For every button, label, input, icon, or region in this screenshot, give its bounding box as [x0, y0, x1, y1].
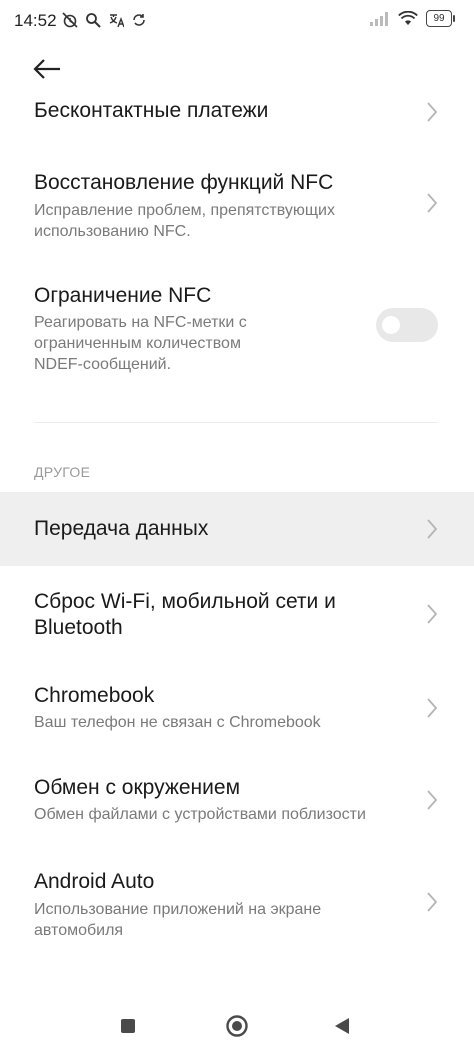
list-item-chromebook[interactable]: Chromebook Ваш телефон не связан с Chrom…	[0, 680, 474, 740]
list-item-data-transfer[interactable]: Передача данных	[0, 492, 474, 566]
navigation-bar	[0, 1000, 474, 1053]
list-item-network-reset[interactable]: Сброс Wi-Fi, мобильной сети и Bluetooth	[0, 584, 474, 648]
signal-icon	[370, 11, 388, 26]
recents-button[interactable]	[114, 1012, 142, 1040]
sync-icon	[133, 14, 145, 26]
list-item-title: Сброс Wi-Fi, мобильной сети и Bluetooth	[34, 590, 336, 639]
divider	[34, 422, 438, 423]
list-item-subtitle: Обмен файлами с устройствами поблизости	[34, 806, 366, 823]
chevron-right-icon	[427, 519, 438, 539]
list-item-contactless-payments[interactable]: Бесконтактные платежи	[0, 90, 474, 134]
list-item-title: Восстановление функций NFC	[34, 171, 334, 194]
battery-icon: 99	[426, 10, 455, 27]
list-item-subtitle: Реагировать на NFC-метки с ограниченным …	[34, 314, 247, 373]
list-item-title: Ограничение NFC	[34, 284, 212, 307]
status-bar: 14:52 99	[0, 0, 474, 44]
list-item-android-auto[interactable]: Android Auto Использование приложений на…	[0, 866, 474, 946]
list-item-nfc-recovery[interactable]: Восстановление функций NFC Исправление п…	[0, 164, 474, 242]
nfc-limit-toggle[interactable]	[376, 308, 438, 342]
chevron-right-icon	[427, 698, 438, 718]
list-item-subtitle: Исправление проблем, препятствующих испо…	[34, 202, 335, 240]
home-button[interactable]	[223, 1012, 251, 1040]
list-item-nearby-share[interactable]: Обмен с окружением Обмен файлами с устро…	[0, 772, 474, 832]
arrow-left-icon	[33, 59, 60, 79]
list-item-subtitle: Использование приложений на экране автом…	[34, 901, 322, 939]
wifi-icon	[398, 11, 418, 25]
chevron-right-icon	[427, 193, 438, 213]
status-left-icons	[62, 12, 147, 28]
chevron-right-icon	[427, 102, 438, 122]
list-item-title: Chromebook	[34, 684, 155, 707]
list-item-title: Android Auto	[34, 870, 155, 893]
chevron-right-icon	[427, 604, 438, 624]
home-icon	[226, 1015, 248, 1037]
status-right-icons: 99	[370, 10, 455, 27]
list-item-title: Передача данных	[34, 517, 209, 540]
back-icon	[335, 1018, 349, 1034]
list-item-title: Бесконтактные платежи	[34, 99, 269, 122]
translate-icon	[109, 14, 124, 28]
recents-icon	[121, 1019, 135, 1033]
section-header: ДРУГОЕ	[34, 464, 91, 480]
list-item-subtitle: Ваш телефон не связан с Chromebook	[34, 714, 321, 731]
muted-alarm-icon	[62, 12, 78, 28]
toggle-knob	[382, 316, 400, 334]
back-button[interactable]	[30, 54, 70, 84]
back-nav-button[interactable]	[328, 1012, 356, 1040]
search-icon	[86, 13, 101, 28]
list-item-title: Обмен с окружением	[34, 776, 241, 799]
chevron-right-icon	[427, 892, 438, 912]
status-time: 14:52	[14, 11, 57, 30]
chevron-right-icon	[427, 790, 438, 810]
